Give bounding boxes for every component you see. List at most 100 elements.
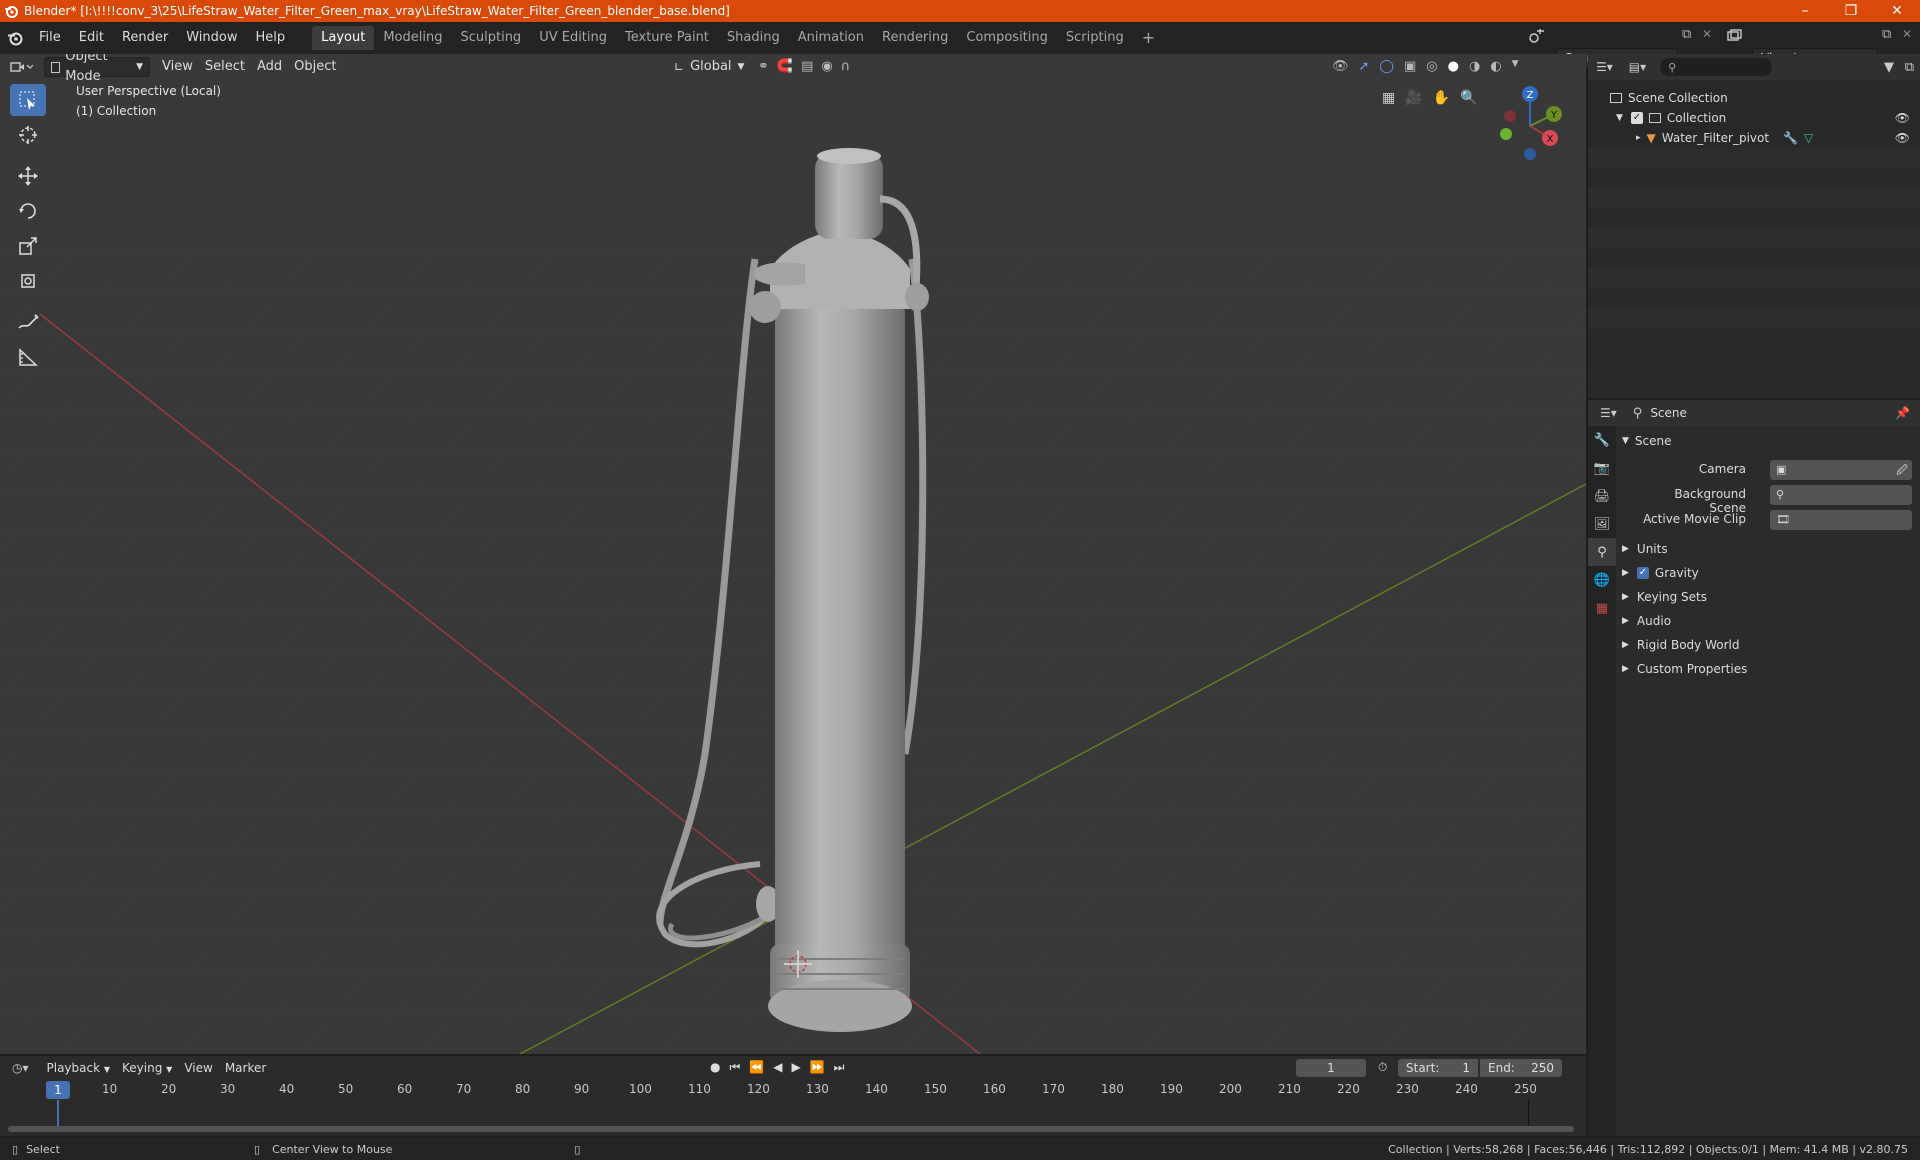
outliner-row-scene-collection[interactable]: Scene Collection: [1588, 88, 1920, 108]
workspace-tab-shading[interactable]: Shading: [718, 26, 789, 50]
remove-view-layer-icon[interactable]: ✕: [1902, 27, 1912, 41]
rotate-tool[interactable]: [10, 195, 46, 227]
select-box-tool[interactable]: [10, 84, 46, 116]
stopwatch-icon[interactable]: ⏱: [1378, 1060, 1387, 1075]
properties-editor-icon[interactable]: ☰▾: [1600, 406, 1617, 420]
overlay-toggle-icon[interactable]: ◯: [1379, 59, 1394, 74]
timeline-menu-keying[interactable]: Keying ▼: [116, 1058, 178, 1078]
modifier-wrench-icon[interactable]: 🔧: [1783, 131, 1798, 145]
audio-panel[interactable]: ▶ Audio: [1622, 610, 1671, 632]
workspace-tab-sculpting[interactable]: Sculpting: [451, 26, 530, 50]
eyedropper-icon[interactable]: 🖉: [1896, 462, 1908, 481]
add-workspace-button[interactable]: +: [1133, 26, 1164, 50]
workspace-tab-uv-editing[interactable]: UV Editing: [530, 26, 616, 50]
gizmo-toggle-icon[interactable]: ➚: [1359, 59, 1370, 74]
snap-icon[interactable]: 🧲: [777, 59, 793, 74]
workspace-tab-animation[interactable]: Animation: [789, 26, 873, 50]
timeline-menu-view[interactable]: View: [178, 1058, 218, 1078]
remove-scene-icon[interactable]: ✕: [1702, 27, 1712, 41]
gravity-checkbox[interactable]: ✓: [1636, 567, 1649, 579]
outliner-search-input[interactable]: ⚲: [1660, 58, 1773, 76]
active-movie-clip-field[interactable]: 🎞: [1770, 510, 1912, 530]
playhead-frame-indicator[interactable]: 1: [46, 1081, 70, 1099]
new-collection-icon[interactable]: ⧉: [1905, 60, 1914, 75]
play-reverse-icon[interactable]: ◀: [773, 1060, 782, 1075]
timeline-scrollbar[interactable]: [8, 1126, 1574, 1132]
display-mode-icon[interactable]: ▤▾: [1629, 60, 1646, 74]
outliner-editor-icon[interactable]: ☰▾: [1596, 60, 1613, 74]
workspace-tab-compositing[interactable]: Compositing: [957, 26, 1057, 50]
eye-icon[interactable]: 👁: [1895, 131, 1910, 145]
wireframe-shading-icon[interactable]: ◎: [1426, 59, 1437, 74]
jump-start-icon[interactable]: ⏮: [729, 1060, 740, 1075]
falloff-icon[interactable]: ∩: [841, 59, 851, 74]
custom-properties-panel[interactable]: ▶ Custom Properties: [1622, 658, 1747, 680]
eye-icon[interactable]: 👁: [1895, 111, 1910, 125]
editor-type-icon[interactable]: [0, 60, 44, 74]
timeline-menu-marker[interactable]: Marker: [219, 1058, 272, 1078]
menu-edit[interactable]: Edit: [70, 27, 113, 49]
start-frame-field[interactable]: Start: 1: [1398, 1059, 1478, 1077]
maximize-button[interactable]: ❐: [1828, 0, 1874, 22]
current-frame-field[interactable]: 1: [1296, 1059, 1366, 1077]
new-view-layer-icon[interactable]: ⧉: [1882, 27, 1891, 42]
menu-help[interactable]: Help: [247, 27, 295, 49]
pin-icon[interactable]: 📌: [1895, 406, 1910, 420]
workspace-tab-rendering[interactable]: Rendering: [873, 26, 957, 50]
pivot-point-icon[interactable]: ⚭: [758, 59, 769, 74]
camera-view-icon[interactable]: 🎥: [1405, 90, 1422, 106]
pan-view-icon[interactable]: ✋: [1433, 90, 1450, 106]
menu-window[interactable]: Window: [177, 27, 246, 49]
timeline-editor-icon[interactable]: ◷▾: [12, 1061, 29, 1075]
solid-shading-icon[interactable]: ●: [1448, 59, 1459, 74]
view-layer-icon[interactable]: [1726, 28, 1742, 48]
workspace-tab-scripting[interactable]: Scripting: [1057, 26, 1133, 50]
filter-icon[interactable]: ▼: [1884, 60, 1894, 75]
toggle-grid-view-icon[interactable]: ▦: [1382, 90, 1395, 106]
outliner-row-collection[interactable]: ▼ ✓ Collection 👁: [1588, 108, 1920, 128]
units-panel[interactable]: ▶ Units: [1622, 538, 1668, 560]
scene-icon[interactable]: [1528, 28, 1546, 48]
visibility-icon[interactable]: 👁: [1332, 59, 1349, 74]
minimize-button[interactable]: –: [1782, 0, 1828, 22]
mesh-data-icon[interactable]: ▽: [1804, 131, 1813, 145]
jump-end-icon[interactable]: ⏭: [834, 1060, 845, 1075]
world-tab[interactable]: 🌐: [1588, 566, 1616, 594]
scene-tab[interactable]: ⚲: [1588, 538, 1616, 566]
viewport-menu-select[interactable]: Select: [199, 57, 251, 77]
blender-menu-icon[interactable]: [0, 30, 30, 46]
annotate-tool[interactable]: [10, 306, 46, 338]
timeline-menu-playback[interactable]: Playback ▼: [41, 1058, 117, 1078]
output-tab[interactable]: 🖨: [1588, 482, 1616, 510]
view-layer-tab[interactable]: 🖼: [1588, 510, 1616, 538]
render-tab[interactable]: 📷: [1588, 454, 1616, 482]
viewport-menu-view[interactable]: View: [156, 57, 199, 77]
frame-ruler[interactable]: 1 10 20 30 40 50 60 70 80 90 100 110 120…: [0, 1080, 1586, 1100]
3d-viewport[interactable]: Object Mode ▼ View Select Add Object ∟ G…: [0, 54, 1586, 1054]
play-icon[interactable]: ▶: [791, 1060, 800, 1075]
gravity-panel[interactable]: ▶ ✓ Gravity: [1622, 562, 1699, 584]
end-frame-field[interactable]: End: 250: [1480, 1059, 1562, 1077]
workspace-tab-layout[interactable]: Layout: [312, 26, 375, 50]
close-button[interactable]: ✕: [1874, 0, 1920, 22]
expand-arrow-icon[interactable]: ▸: [1636, 133, 1641, 143]
menu-file[interactable]: File: [30, 27, 70, 49]
transform-tool[interactable]: [10, 265, 46, 297]
move-tool[interactable]: [10, 160, 46, 192]
texture-tab[interactable]: ▦: [1588, 594, 1616, 622]
menu-render[interactable]: Render: [113, 27, 177, 49]
camera-field[interactable]: ▣ 🖉: [1770, 460, 1912, 480]
new-scene-icon[interactable]: ⧉: [1682, 27, 1691, 42]
background-scene-field[interactable]: ⚲: [1770, 485, 1912, 505]
workspace-tab-modeling[interactable]: Modeling: [374, 26, 451, 50]
rendered-shading-icon[interactable]: ◐: [1490, 59, 1501, 74]
collection-checkbox[interactable]: ✓: [1630, 112, 1643, 124]
workspace-tab-texture-paint[interactable]: Texture Paint: [616, 26, 718, 50]
zoom-view-icon[interactable]: 🔍: [1460, 90, 1477, 106]
snap-target-icon[interactable]: ▤: [801, 59, 813, 74]
next-keyframe-icon[interactable]: ⏩: [810, 1060, 825, 1075]
expand-arrow-icon[interactable]: ▼: [1616, 113, 1623, 123]
keying-sets-panel[interactable]: ▶ Keying Sets: [1622, 586, 1707, 608]
cursor-tool[interactable]: [10, 119, 46, 151]
record-icon[interactable]: ●: [710, 1060, 720, 1075]
